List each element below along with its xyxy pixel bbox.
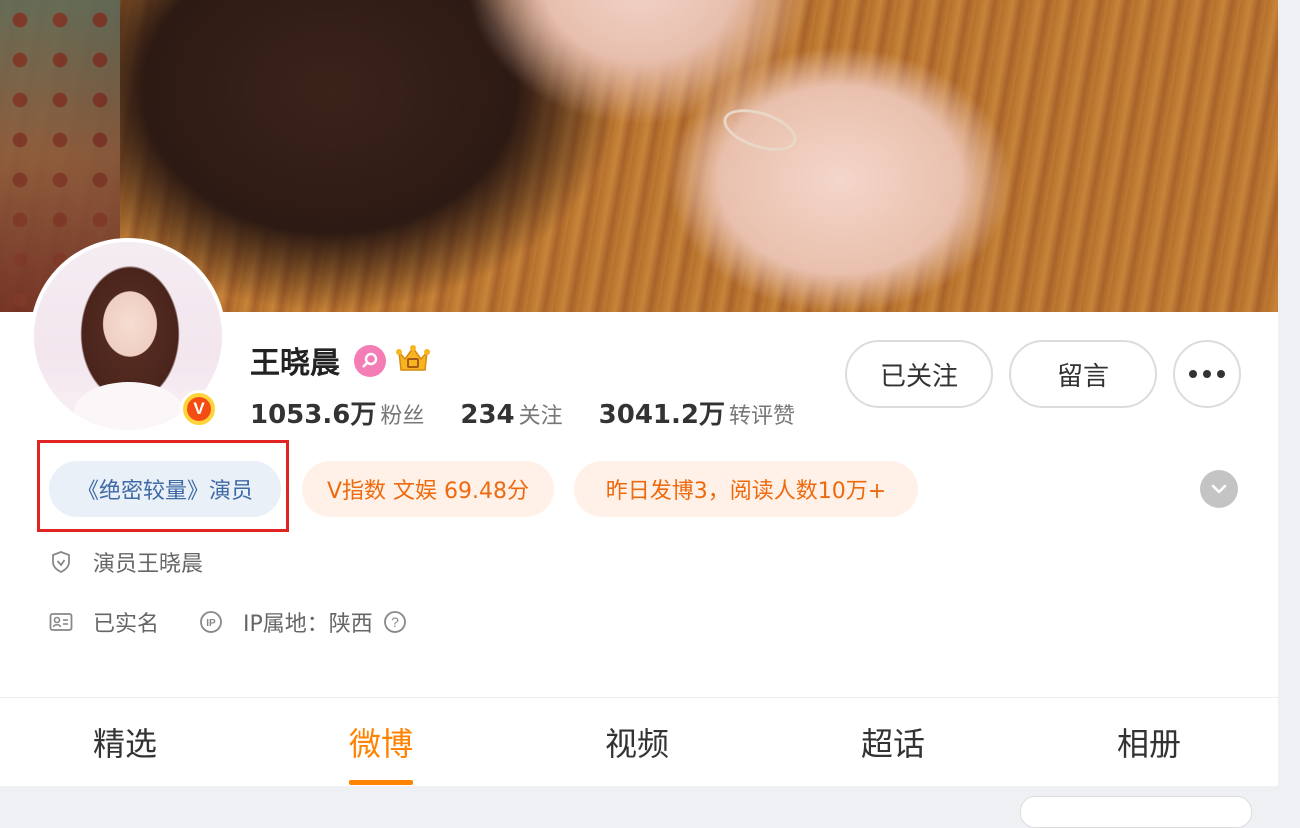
expand-chevron-icon[interactable] <box>1200 470 1238 508</box>
female-gender-icon <box>354 345 386 377</box>
verification-row: 演员王晓晨 <box>49 546 203 578</box>
ip-location-text: IP属地：陕西 <box>243 612 373 637</box>
real-name-text: 已实名 <box>93 612 160 637</box>
tab-featured[interactable]: 精选 <box>60 698 190 786</box>
tab-video[interactable]: 视频 <box>572 698 702 786</box>
help-icon[interactable]: ? <box>383 610 407 634</box>
svg-text:IP: IP <box>206 618 216 629</box>
engagement-label: 转评赞 <box>729 404 796 429</box>
identity-row: 已实名 IP IP属地：陕西 ? <box>49 606 407 638</box>
tab-album[interactable]: 相册 <box>1084 698 1214 786</box>
vindex-tag[interactable]: V指数 文娱 69.48分 <box>302 461 554 517</box>
highlight-box <box>37 440 289 532</box>
profile-stats: 1053.6万 粉丝 234 关注 3041.2万 转评赞 <box>250 394 831 434</box>
tab-super-topic[interactable]: 超话 <box>828 698 958 786</box>
active-tab-indicator <box>349 780 413 785</box>
message-button[interactable]: 留言 <box>1009 340 1157 408</box>
post-stats-tag[interactable]: 昨日发博3，阅读人数10万+ <box>574 461 918 517</box>
engagement-count: 3041.2万 <box>598 400 725 430</box>
fans-label[interactable]: 粉丝 <box>380 398 424 430</box>
more-dot-icon <box>1203 370 1211 378</box>
member-crown-icon[interactable] <box>394 342 432 378</box>
more-dot-icon <box>1217 370 1225 378</box>
verified-badge-letter: V <box>187 397 211 421</box>
bottom-partial-element <box>1020 796 1252 828</box>
more-dot-icon <box>1189 370 1197 378</box>
svg-text:?: ? <box>391 614 399 630</box>
cover-ring-detail <box>718 101 802 159</box>
follow-button[interactable]: 已关注 <box>845 340 993 408</box>
profile-name: 王晓晨 <box>250 346 340 381</box>
verified-badge-icon: V <box>180 390 218 428</box>
profile-tabs: 精选 微博 视频 超话 相册 <box>0 698 1278 786</box>
fans-count[interactable]: 1053.6万 <box>250 394 376 431</box>
verification-text: 演员王晓晨 <box>93 552 204 577</box>
shield-icon <box>49 550 73 574</box>
id-card-icon <box>49 610 73 634</box>
profile-card: V 王晓晨 1053.6万 粉丝 234 关注 3041.2万 转评赞 已关注 … <box>0 0 1278 786</box>
following-count[interactable]: 234 <box>460 400 514 430</box>
ip-icon: IP <box>199 610 223 634</box>
tab-weibo[interactable]: 微博 <box>316 698 446 786</box>
more-options-button[interactable] <box>1173 340 1241 408</box>
following-label[interactable]: 关注 <box>519 398 563 430</box>
